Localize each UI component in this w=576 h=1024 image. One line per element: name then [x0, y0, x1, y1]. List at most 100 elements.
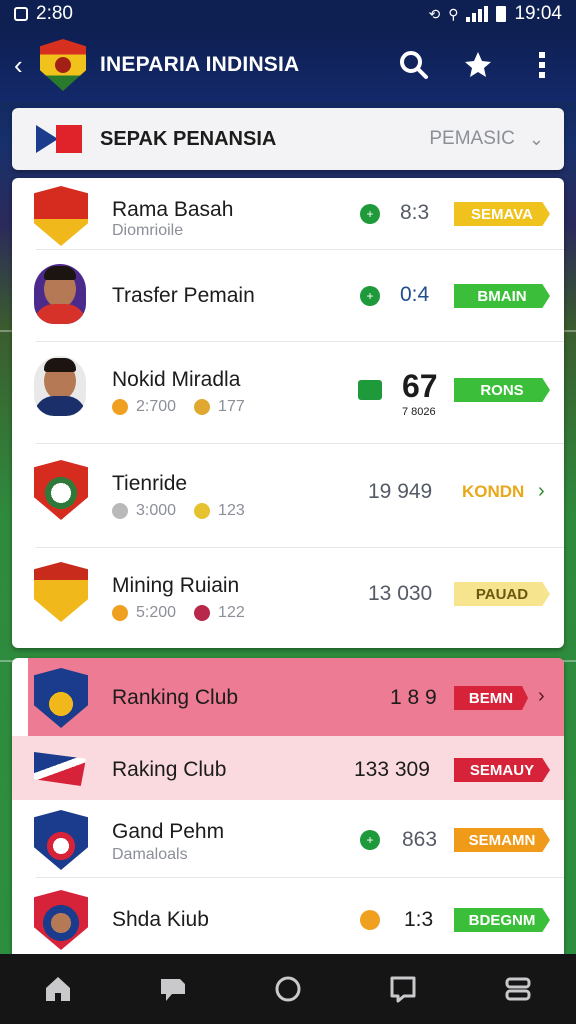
list-item[interactable]: Raking Club 133 309 SEMAUY: [12, 736, 564, 800]
bottom-navigation: [0, 954, 576, 1024]
stat-value: 122: [218, 604, 245, 621]
league-select-value: PEMASIC: [429, 128, 515, 149]
row-stats: 2:700 177: [112, 398, 245, 416]
signal-icon: [466, 6, 489, 22]
status-icon: +: [360, 204, 380, 224]
row-stats: 5:200 122: [112, 604, 245, 622]
app-header: ‹ INEPARIA INDINSIA: [0, 28, 576, 102]
message-icon: [390, 976, 416, 1003]
row-title: Shda Kiub: [112, 908, 209, 931]
status-badge: SEMAMN: [454, 828, 550, 852]
row-score-sub: 7 8026: [402, 406, 436, 418]
row-score: 13 030: [368, 582, 433, 605]
nav-chat[interactable]: [149, 965, 197, 1013]
stat-value: 2:700: [136, 398, 177, 415]
row-title: Tienride: [112, 472, 188, 495]
nav-circle[interactable]: [264, 965, 312, 1013]
trophy-icon: [194, 399, 211, 415]
notification-icon: [14, 7, 28, 21]
battery-icon: [496, 6, 507, 22]
row-title: Mining Ruiain: [112, 574, 240, 597]
list-item[interactable]: Mining Ruiain 5:200 122 13 030 PAUAD: [12, 548, 564, 648]
status-badge: BMAIN: [454, 284, 550, 308]
row-score-big: 67: [402, 368, 438, 404]
player-avatar: [34, 356, 90, 416]
coin-icon: [112, 503, 128, 519]
star-icon: [465, 52, 491, 77]
row-title: Raking Club: [112, 758, 227, 781]
league-title: SEPAK PENANSIA: [100, 127, 277, 150]
status-badge: SEMAVA: [454, 202, 550, 226]
menu-button[interactable]: [522, 45, 562, 85]
stat-value: 123: [218, 502, 245, 519]
favorite-button[interactable]: [458, 45, 498, 85]
search-button[interactable]: [394, 45, 434, 85]
league-flag-icon: [36, 125, 82, 153]
status-badge: BEMN: [454, 686, 528, 710]
status-bar: 2:80 ⟲ ⚲ 19:04: [0, 0, 576, 28]
layers-icon: [505, 977, 531, 1001]
status-badge: SEMAUY: [454, 758, 550, 782]
coin-icon: [112, 605, 128, 621]
status-icon: +: [360, 830, 380, 850]
back-icon[interactable]: ‹: [14, 50, 36, 81]
stat-value: 177: [218, 398, 245, 415]
page-title: INEPARIA INDINSIA: [100, 53, 300, 76]
coin-icon: [360, 910, 380, 930]
chart-icon: [358, 380, 382, 400]
more-icon: [539, 52, 545, 78]
row-title: Rama Basah: [112, 198, 234, 221]
club-crest: [34, 810, 90, 870]
nav-home[interactable]: [34, 965, 82, 1013]
status-time-right: 19:04: [514, 3, 562, 24]
home-icon: [45, 977, 70, 1001]
league-select[interactable]: PEMASIC ⌄: [429, 128, 544, 150]
circle-icon: [275, 976, 301, 1002]
row-title: Nokid Miradla: [112, 368, 241, 391]
row-title: Ranking Club: [112, 686, 239, 709]
row-score: 863: [402, 828, 438, 851]
club-crest: [34, 890, 90, 950]
club-crest: [34, 562, 90, 622]
nav-messages[interactable]: [379, 965, 427, 1013]
stat-value: 5:200: [136, 604, 177, 621]
chat-icon: [160, 979, 185, 1001]
ranking-list-card: Ranking Club 1 8 9 BEMN › Raking Club 13…: [12, 658, 564, 954]
league-filter-bar[interactable]: SEPAK PENANSIA PEMASIC ⌄: [12, 108, 564, 170]
row-stats: 3:000 123: [112, 502, 245, 520]
vibrate-icon: ⟲: [428, 5, 441, 22]
row-title: Gand Pehm: [112, 820, 225, 843]
row-score: 19 949: [368, 480, 433, 503]
trophy-icon: [194, 605, 211, 621]
nav-menu[interactable]: [494, 965, 542, 1013]
location-icon: ⚲: [448, 5, 459, 22]
status-badge: RONS: [454, 378, 550, 402]
club-crest: [34, 186, 90, 246]
status-badge: BDEGNM: [454, 908, 550, 932]
app-logo: [40, 39, 86, 91]
trophy-icon: [194, 503, 211, 519]
row-score: 1:3: [404, 908, 434, 931]
chevron-down-icon: ⌄: [528, 128, 544, 149]
player-avatar: [34, 264, 90, 324]
row-score: 1 8 9: [390, 686, 437, 709]
row-score: 0:4: [400, 283, 430, 306]
club-crest: [34, 460, 90, 520]
coin-icon: [112, 399, 128, 415]
chevron-right-icon[interactable]: ›: [538, 480, 545, 503]
row-subtitle: Diomrioile: [112, 222, 184, 239]
chevron-right-icon[interactable]: ›: [538, 685, 545, 708]
list-item[interactable]: Trasfer Pemain + 0:4 BMAIN: [12, 250, 564, 342]
list-item[interactable]: Tienride 3:000 123 19 949 KONDN ›: [12, 444, 564, 548]
row-score: 8:3: [400, 201, 430, 224]
status-badge: PAUAD: [454, 582, 550, 606]
club-crest: [34, 668, 90, 728]
status-icon: +: [360, 286, 380, 306]
list-item[interactable]: Nokid Miradla 2:700 177 67 7 8026 RONS: [12, 342, 564, 444]
list-item[interactable]: Shda Kiub 1:3 BDEGNM: [12, 878, 564, 954]
row-subtitle: Damaloals: [112, 846, 188, 863]
list-item[interactable]: Ranking Club 1 8 9 BEMN ›: [12, 658, 564, 736]
list-item[interactable]: Rama Basah Diomrioile + 8:3 SEMAVA: [12, 178, 564, 250]
list-item[interactable]: Gand Pehm Damaloals + 863 SEMAMN: [12, 800, 564, 878]
row-title: Trasfer Pemain: [112, 284, 255, 307]
